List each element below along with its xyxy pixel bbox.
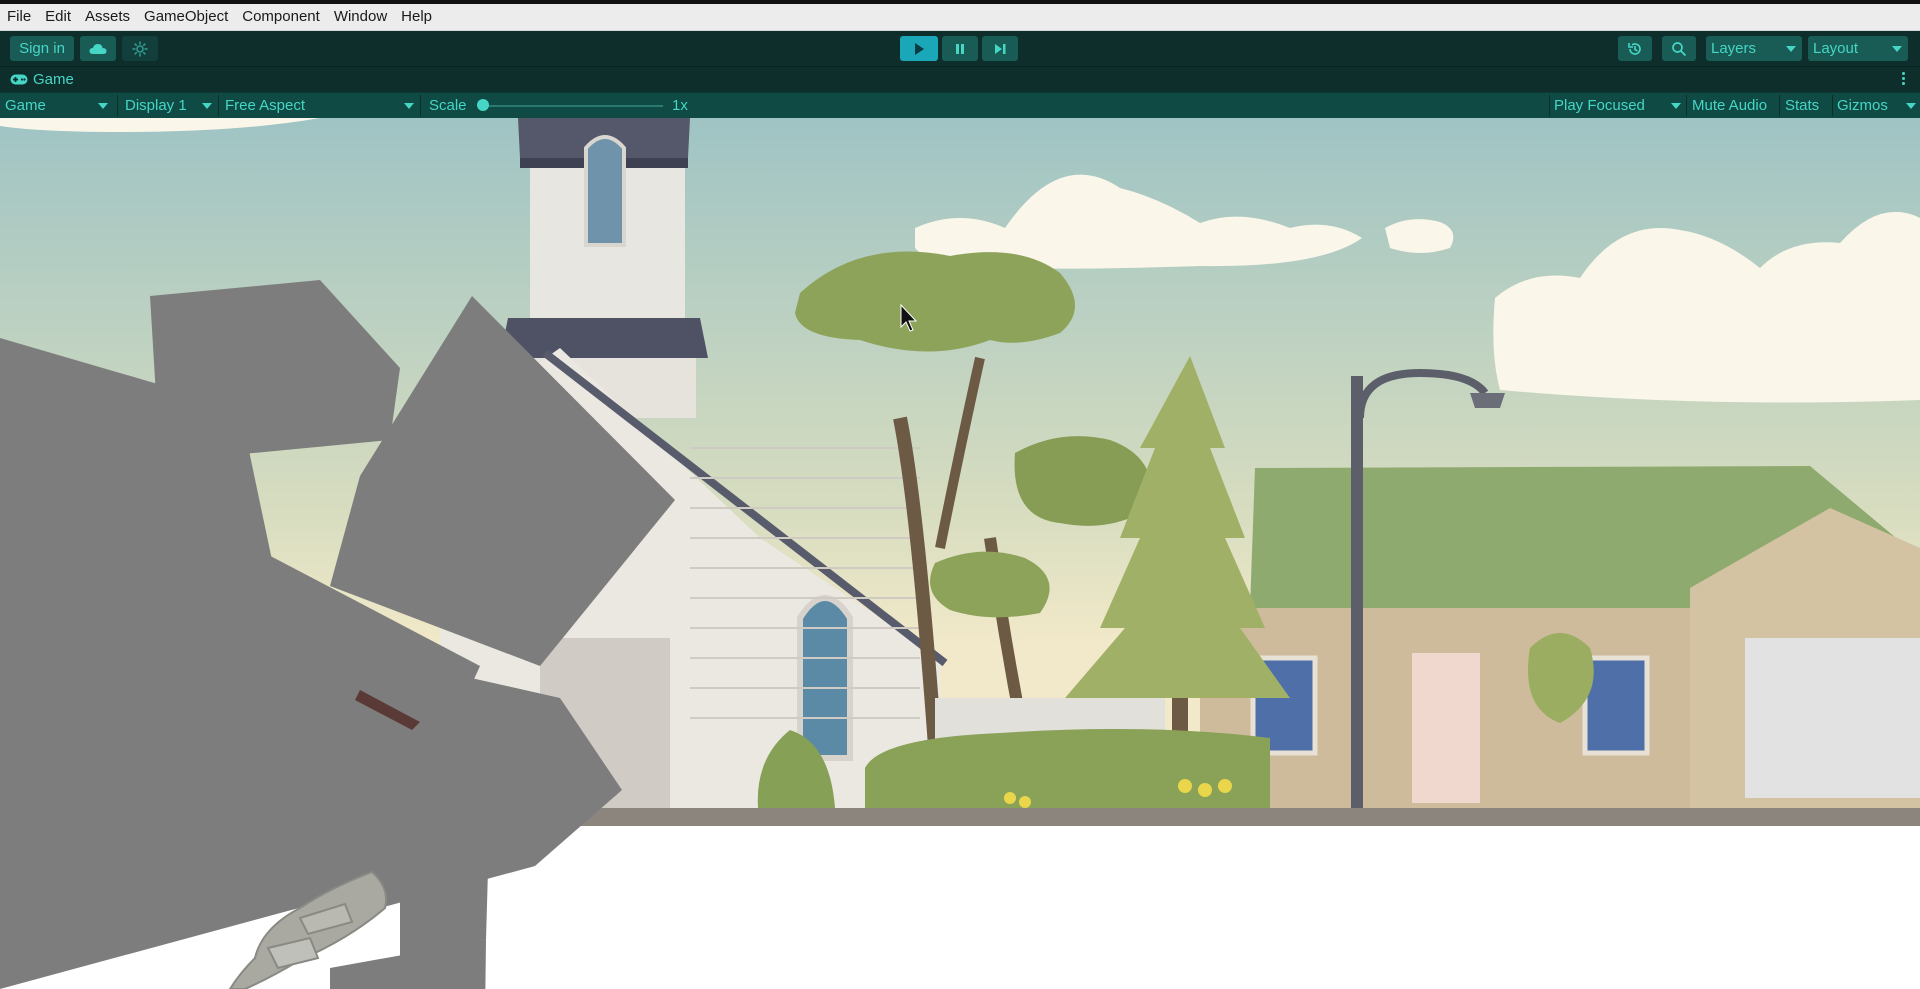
search-button[interactable]: [1662, 36, 1696, 61]
play-focused-select-label: Play Focused: [1554, 97, 1645, 114]
menu-assets[interactable]: Assets: [78, 4, 137, 30]
scale-slider-track[interactable]: [481, 105, 663, 107]
menu-window[interactable]: Window: [327, 4, 394, 30]
main-toolbar: Sign in Layers Layout: [0, 31, 1920, 66]
game-scene-render: [0, 118, 1920, 989]
sign-in-button[interactable]: Sign in: [10, 36, 74, 61]
tab-game-label: Game: [33, 71, 74, 88]
chevron-down-icon: [1906, 103, 1916, 109]
chevron-down-icon: [404, 103, 414, 109]
view-select-label: Game: [5, 97, 46, 114]
step-icon: [995, 43, 1006, 54]
game-viewport[interactable]: [0, 118, 1920, 989]
gizmos-dropdown[interactable]: [1896, 93, 1920, 118]
play-icon: [915, 42, 924, 55]
scale-value: 1x: [672, 97, 688, 114]
chevron-down-icon: [1892, 46, 1902, 52]
menu-edit[interactable]: Edit: [38, 4, 78, 30]
step-button[interactable]: [982, 36, 1018, 61]
history-icon: [1628, 42, 1641, 55]
history-button[interactable]: [1618, 36, 1652, 61]
gamepad-icon: [10, 74, 28, 85]
chevron-down-icon: [202, 103, 212, 109]
play-focused-select[interactable]: Play Focused: [1549, 93, 1685, 118]
road: [430, 808, 1920, 826]
menu-file[interactable]: File: [0, 4, 38, 30]
display-select-label: Display 1: [125, 97, 187, 114]
menu-component[interactable]: Component: [235, 4, 327, 30]
scale-label: Scale: [429, 97, 467, 114]
pause-button[interactable]: [942, 36, 978, 61]
mute-audio-toggle[interactable]: Mute Audio: [1687, 93, 1779, 118]
view-select[interactable]: Game: [0, 93, 112, 118]
cloud-icon: [89, 43, 107, 54]
collab-icon: [132, 41, 148, 56]
chevron-down-icon: [1671, 103, 1681, 109]
display-select[interactable]: Display 1: [120, 93, 216, 118]
collab-button[interactable]: [122, 36, 158, 61]
pause-icon: [956, 43, 964, 54]
play-button[interactable]: [900, 36, 938, 61]
menu-help[interactable]: Help: [394, 4, 439, 30]
menu-bar: File Edit Assets GameObject Component Wi…: [0, 4, 1920, 31]
aspect-select[interactable]: Free Aspect: [220, 93, 418, 118]
layout-dropdown-label: Layout: [1813, 40, 1859, 57]
chevron-down-icon: [1786, 46, 1796, 52]
layout-dropdown[interactable]: Layout: [1808, 36, 1908, 61]
menu-gameobject[interactable]: GameObject: [137, 4, 235, 30]
divider: [420, 95, 421, 116]
gizmos-toggle[interactable]: Gizmos: [1832, 93, 1896, 118]
game-tab-bar: Game: [0, 66, 1920, 92]
search-icon: [1672, 41, 1687, 56]
more-options-icon[interactable]: [1902, 72, 1906, 88]
game-view-toolbar: Game Display 1 Free Aspect Scale 1x Play…: [0, 92, 1920, 118]
stats-toggle[interactable]: Stats: [1780, 93, 1832, 118]
chevron-down-icon: [98, 103, 108, 109]
scale-slider-thumb[interactable]: [477, 99, 489, 111]
cloud-button[interactable]: [80, 36, 116, 61]
divider: [117, 95, 118, 116]
aspect-select-label: Free Aspect: [225, 97, 306, 114]
divider: [218, 95, 219, 116]
layers-dropdown[interactable]: Layers: [1706, 36, 1802, 61]
tab-game[interactable]: Game: [10, 67, 74, 92]
layers-dropdown-label: Layers: [1711, 40, 1757, 57]
